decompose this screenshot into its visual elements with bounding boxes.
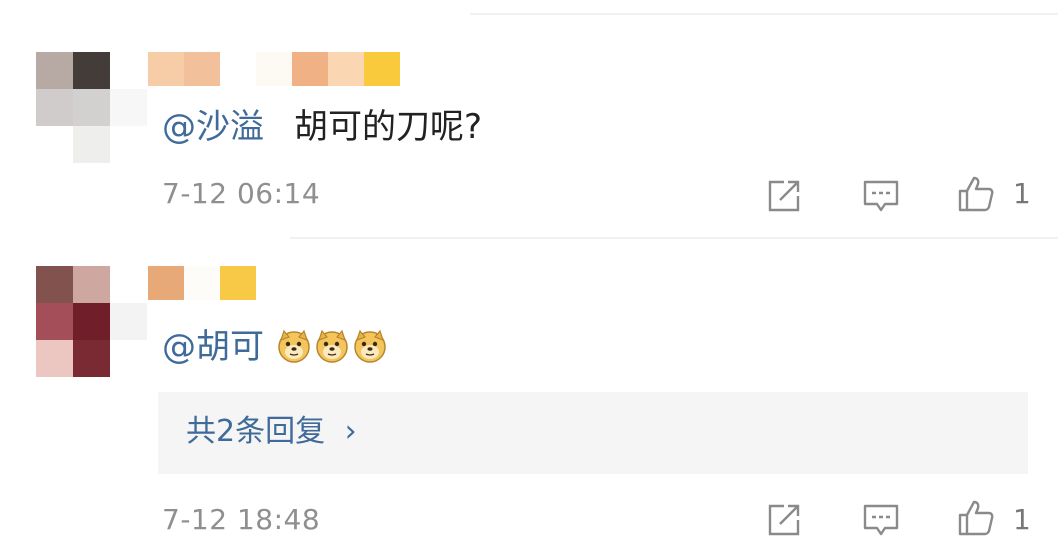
like-count: 1: [1013, 503, 1031, 536]
comment-text: @沙溢 胡可的刀呢?: [162, 107, 482, 147]
share-icon[interactable]: [764, 500, 804, 540]
avatar[interactable]: [36, 52, 147, 163]
comment-icon[interactable]: [861, 500, 901, 540]
doge-emoji: [316, 329, 348, 363]
like-count: 1: [1013, 177, 1031, 210]
thumbs-up-icon[interactable]: [956, 498, 996, 538]
username[interactable]: [148, 266, 256, 300]
timestamp: 7-12 06:14: [162, 177, 321, 210]
doge-emoji: [278, 329, 310, 363]
comment-icon[interactable]: [861, 176, 901, 216]
comment-text: @胡可: [162, 327, 390, 367]
chevron-right-icon: ›: [344, 414, 357, 449]
view-replies-link[interactable]: 共2条回复 ›: [186, 414, 357, 450]
replies-box: 共2条回复 ›: [158, 392, 1028, 474]
timestamp: 7-12 18:48: [162, 503, 321, 536]
comment-divider: [290, 237, 1058, 239]
comment-body: 胡可的刀呢?: [294, 107, 483, 147]
thumbs-up-icon[interactable]: [956, 174, 996, 214]
avatar[interactable]: [36, 266, 147, 377]
username[interactable]: [148, 52, 400, 86]
mention-link[interactable]: @胡可: [162, 327, 264, 367]
doge-emoji: [354, 329, 386, 363]
replies-label: 共2条回复: [186, 414, 326, 449]
top-divider: [470, 13, 1058, 15]
share-icon[interactable]: [764, 176, 804, 216]
mention-link[interactable]: @沙溢: [162, 107, 264, 147]
